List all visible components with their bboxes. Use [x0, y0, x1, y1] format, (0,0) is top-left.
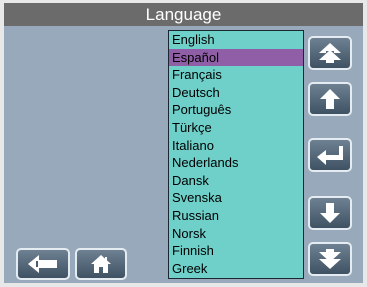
arrow-down-icon — [320, 203, 340, 223]
language-list[interactable]: English Español Français Deutsch Portugu… — [168, 30, 304, 279]
back-button[interactable] — [16, 248, 70, 280]
list-item-svenska[interactable]: Svenska — [169, 189, 303, 207]
list-item-italiano[interactable]: Italiano — [169, 137, 303, 155]
double-arrow-up-icon — [319, 43, 341, 63]
enter-icon — [317, 146, 343, 165]
list-item-espanol[interactable]: Español — [169, 48, 303, 67]
list-item-greek[interactable]: Greek — [169, 260, 303, 278]
page-title: Language — [145, 5, 222, 24]
list-item-nederlands[interactable]: Nederlands — [169, 154, 303, 172]
enter-button[interactable] — [308, 138, 352, 172]
double-arrow-down-icon — [319, 249, 341, 269]
list-item-deutsch[interactable]: Deutsch — [169, 84, 303, 102]
home-icon — [91, 255, 111, 273]
move-down-button[interactable] — [308, 196, 352, 230]
language-screen: Language English Español Français Deutsc… — [4, 3, 363, 283]
arrow-up-icon — [320, 89, 340, 109]
list-item-dansk[interactable]: Dansk — [169, 172, 303, 190]
arrow-left-icon — [28, 255, 57, 273]
list-item-portugues[interactable]: Português — [169, 101, 303, 119]
list-item-russian[interactable]: Russian — [169, 207, 303, 225]
list-item-english[interactable]: English — [169, 31, 303, 49]
move-up-button[interactable] — [308, 82, 352, 116]
title-bar: Language — [4, 3, 363, 26]
list-item-francais[interactable]: Français — [169, 66, 303, 84]
list-item-norsk[interactable]: Norsk — [169, 225, 303, 243]
list-item-finnish[interactable]: Finnish — [169, 242, 303, 260]
scroll-bottom-button[interactable] — [308, 242, 352, 276]
scroll-top-button[interactable] — [308, 36, 352, 70]
home-button[interactable] — [75, 248, 127, 280]
list-item-turkce[interactable]: Türkçe — [169, 119, 303, 137]
